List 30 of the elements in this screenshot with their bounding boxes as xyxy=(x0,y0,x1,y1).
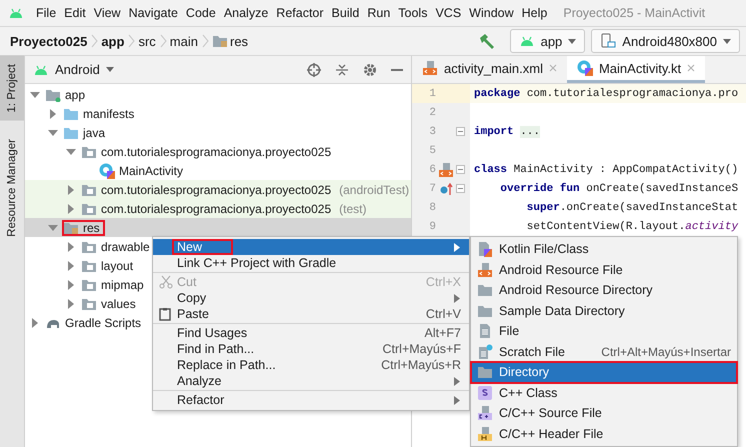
tree-item-label: com.tutorialesprogramacionya.proyecto025 xyxy=(101,202,332,216)
window-title: Proyecto025 - MainActivit xyxy=(563,6,706,20)
tree-item-label: mipmap xyxy=(101,278,144,292)
tree-item-suffix: (test) xyxy=(339,202,366,216)
line-number: 9 xyxy=(428,220,436,232)
tree-item-label: values xyxy=(101,296,136,310)
code-line: package com.tutorialesprogramacionya.pro xyxy=(473,88,738,100)
line-number: 5 xyxy=(428,144,436,156)
tree-item-label: app xyxy=(65,88,86,102)
tree-item-label: drawable xyxy=(101,240,150,254)
code-line: import ... xyxy=(473,126,540,138)
line-number: 3 xyxy=(428,126,436,138)
tree-item-suffix: (androidTest) xyxy=(339,182,410,196)
code-line: super.onCreate(savedInstanceStat xyxy=(526,202,738,214)
line-number: 1 xyxy=(428,88,436,100)
tree-item-label: com.tutorialesprogramacionya.proyecto025 xyxy=(101,182,332,196)
code-line: setContentView(R.layout.activity xyxy=(526,220,738,232)
tree-item-label: Gradle Scripts xyxy=(65,316,142,330)
code-line: override fun onCreate(savedInstanceS xyxy=(499,182,738,194)
line-number: 7 xyxy=(428,182,436,194)
line-number: 6 xyxy=(428,164,436,176)
line-number: 2 xyxy=(428,106,436,118)
tree-item-label: java xyxy=(83,126,106,140)
tree-item-label: com.tutorialesprogramacionya.proyecto025 xyxy=(101,144,332,158)
tree-item-label: layout xyxy=(101,258,134,272)
tree-item-label: MainActivity xyxy=(119,164,184,178)
tree-item-label: manifests xyxy=(83,106,134,120)
tree-item-label: res xyxy=(83,220,100,234)
line-number: 8 xyxy=(428,202,436,214)
code-line: class MainActivity : AppCompatActivity() xyxy=(473,164,738,176)
